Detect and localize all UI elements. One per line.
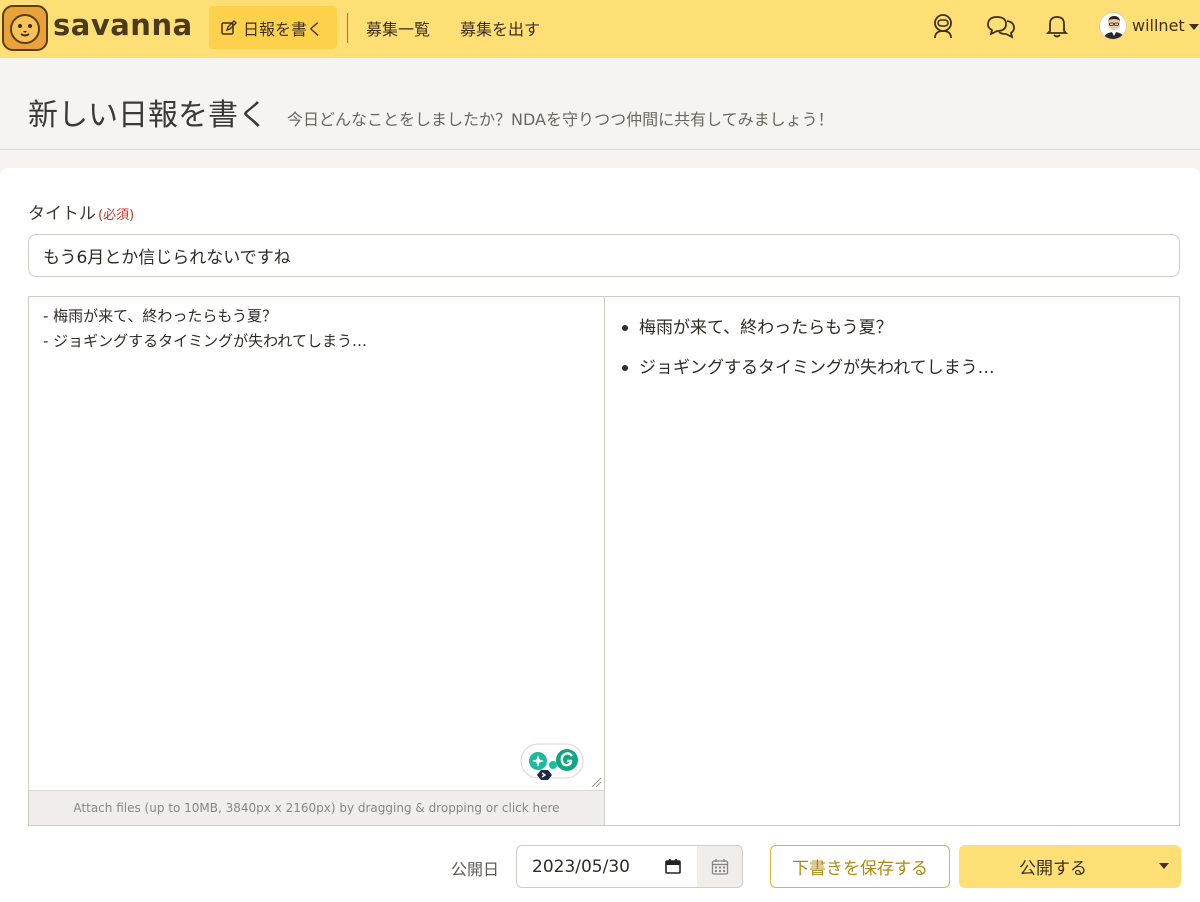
resize-handle-icon[interactable]	[590, 776, 602, 788]
body-textarea[interactable]: - 梅雨が来て、終わったらもう夏？ - ジョギングするタイミングが失われてしまう…	[28, 296, 604, 790]
page-subtitle: 今日どんなことをしましたか？NDAを守りつつ仲間に共有してみましょう！	[287, 110, 834, 129]
chevron-down-icon[interactable]	[1159, 863, 1169, 869]
bell-icon[interactable]	[1043, 12, 1071, 40]
username[interactable]: willnet	[1132, 16, 1185, 35]
markdown-editor[interactable]: - 梅雨が来て、終わったらもう夏？ - ジョギングするタイミングが失われてしまう…	[28, 296, 604, 790]
page-divider	[0, 149, 1200, 150]
calendar-button[interactable]	[697, 845, 743, 888]
markdown-preview: 梅雨が来て、終わったらもう夏？ ジョギングするタイミングが失われてしまう…	[618, 316, 1168, 396]
publish-date-input[interactable]: 2023/05/30	[516, 845, 698, 888]
list-item: 梅雨が来て、終わったらもう夏？	[618, 316, 1168, 340]
publish-button[interactable]: 公開する	[959, 845, 1181, 888]
edit-icon	[221, 19, 237, 35]
calendar-icon[interactable]	[665, 859, 681, 874]
preview-list: 梅雨が来て、終わったらもう夏？ ジョギングするタイミングが失われてしまう…	[618, 316, 1168, 380]
save-draft-button[interactable]: 下書きを保存する	[770, 845, 950, 888]
required-badge: (必須)	[98, 208, 135, 223]
publish-button-label: 公開する	[1019, 859, 1087, 879]
title-label-text: タイトル	[28, 204, 96, 224]
grammarly-icon[interactable]	[520, 743, 584, 787]
chevron-down-icon[interactable]	[1189, 24, 1199, 30]
top-navbar: savanna 日報を書く 募集一覧 募集を出す willnet	[0, 0, 1200, 58]
nav-write-report[interactable]: 日報を書く	[209, 6, 337, 49]
avatar[interactable]	[1099, 12, 1127, 40]
publish-date-value: 2023/05/30	[532, 856, 630, 877]
attach-files-dropzone[interactable]: Attach files (up to 10MB, 3840px x 2160p…	[29, 790, 604, 825]
page-title: 新しい日報を書く	[28, 98, 268, 133]
title-input[interactable]	[28, 234, 1180, 277]
list-item: ジョギングするタイミングが失われてしまう…	[618, 356, 1168, 380]
nav-recruit-list[interactable]: 募集一覧	[366, 16, 430, 40]
nav-divider	[347, 13, 348, 43]
chat-icon[interactable]	[985, 12, 1017, 40]
app-logo-text[interactable]: savanna	[53, 8, 193, 42]
nav-write-report-label: 日報を書く	[243, 19, 324, 39]
title-label: タイトル (必須)	[28, 199, 134, 224]
calendar-grid-icon	[711, 858, 728, 875]
user-portrait-icon	[1103, 16, 1125, 39]
lion-icon[interactable]	[2, 4, 48, 52]
nav-post-recruit[interactable]: 募集を出す	[460, 16, 540, 40]
editor-divider	[604, 296, 605, 826]
astronaut-icon[interactable]	[929, 12, 957, 40]
publish-date-label: 公開日	[451, 860, 500, 879]
